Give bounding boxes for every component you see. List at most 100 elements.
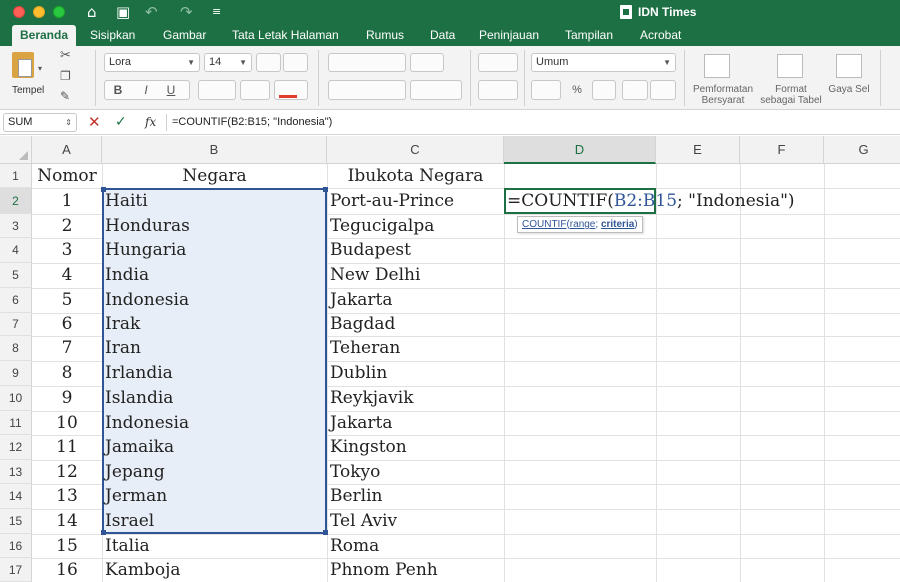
underline-button[interactable]: U (163, 81, 179, 100)
column-header-b[interactable]: B (102, 136, 327, 164)
column-header-e[interactable]: E (656, 136, 740, 164)
cut-icon[interactable]: ✂ (60, 48, 71, 61)
cell-ibukota-8[interactable]: Teheran (327, 336, 504, 361)
horizontal-align-group[interactable] (328, 80, 406, 100)
wrap-text-button[interactable] (478, 53, 518, 72)
tooltip-arg-criteria[interactable]: criteria (601, 219, 634, 230)
borders-button[interactable] (198, 80, 236, 100)
decrease-decimal-button[interactable] (650, 80, 676, 100)
italic-button[interactable]: I (138, 81, 154, 100)
tab-data[interactable]: Data (422, 25, 463, 46)
cell-ibukota-14[interactable]: Berlin (327, 484, 504, 509)
cell-ibukota-9[interactable]: Dublin (327, 361, 504, 386)
row-header-10[interactable]: 10 (0, 386, 32, 411)
cell-ibukota-13[interactable]: Tokyo (327, 460, 504, 484)
customize-icon[interactable]: ≡ (212, 2, 221, 22)
active-cell-formula[interactable]: =COUNTIF(B2:B15; "Indonesia") (507, 190, 795, 212)
header-cell-negara[interactable]: Negara (102, 164, 327, 188)
cell-ibukota-7[interactable]: Bagdad (327, 313, 504, 336)
font-size-select[interactable]: 14 ▼ (204, 53, 252, 72)
cell-nomor-5[interactable]: 4 (32, 263, 102, 288)
cell-nomor-11[interactable]: 10 (32, 411, 102, 435)
merge-button[interactable] (478, 80, 518, 100)
decrease-font-button[interactable] (283, 53, 308, 72)
row-header-14[interactable]: 14 (0, 484, 32, 509)
cell-negara-12[interactable]: Jamaika (102, 435, 327, 460)
cell-ibukota-5[interactable]: New Delhi (327, 263, 504, 288)
cell-nomor-4[interactable]: 3 (32, 238, 102, 263)
cell-negara-5[interactable]: India (102, 263, 327, 288)
cell-negara-8[interactable]: Iran (102, 336, 327, 361)
cell-ibukota-4[interactable]: Budapest (327, 238, 504, 263)
comma-style-button[interactable] (592, 80, 616, 100)
conditional-formatting-label[interactable]: Pemformatan Bersyarat (688, 84, 758, 106)
home-icon[interactable]: ⌂ (87, 2, 97, 22)
tab-tampilan[interactable]: Tampilan (557, 25, 621, 46)
orientation-button[interactable] (410, 53, 444, 72)
zoom-window-button[interactable] (53, 6, 65, 18)
cell-negara-10[interactable]: Islandia (102, 386, 327, 411)
increase-font-button[interactable] (256, 53, 281, 72)
cell-ibukota-12[interactable]: Kingston (327, 435, 504, 460)
function-icon[interactable]: fx (145, 113, 156, 131)
tab-sisipkan[interactable]: Sisipkan (82, 25, 143, 46)
cell-ibukota-6[interactable]: Jakarta (327, 288, 504, 313)
select-all-button[interactable] (0, 136, 32, 164)
tab-beranda[interactable]: Beranda (12, 25, 77, 46)
undo-icon[interactable]: ↶ (145, 2, 158, 22)
minimize-window-button[interactable] (33, 6, 45, 18)
increase-decimal-button[interactable] (622, 80, 648, 100)
percent-button[interactable]: % (566, 81, 588, 100)
cell-nomor-10[interactable]: 9 (32, 386, 102, 411)
row-header-15[interactable]: 15 (0, 509, 32, 534)
row-header-2[interactable]: 2 (0, 188, 32, 214)
cell-ibukota-16[interactable]: Roma (327, 534, 504, 558)
column-header-d[interactable]: D (504, 136, 656, 164)
font-name-select[interactable]: Lora ▼ (104, 53, 200, 72)
cell-nomor-6[interactable]: 5 (32, 288, 102, 313)
cell-ibukota-17[interactable]: Phnom Penh (327, 558, 504, 582)
tab-acrobat[interactable]: Acrobat (632, 25, 689, 46)
save-icon[interactable]: ▣ (116, 2, 130, 22)
number-format-select[interactable]: Umum ▼ (531, 53, 676, 72)
cell-ibukota-3[interactable]: Tegucigalpa (327, 214, 504, 238)
cell-negara-6[interactable]: Indonesia (102, 288, 327, 313)
cell-nomor-3[interactable]: 2 (32, 214, 102, 238)
format-painter-icon[interactable]: ✎ (60, 90, 70, 103)
cell-negara-15[interactable]: Israel (102, 509, 327, 534)
cell-ibukota-15[interactable]: Tel Aviv (327, 509, 504, 534)
cell-nomor-12[interactable]: 11 (32, 435, 102, 460)
conditional-formatting-icon[interactable] (704, 54, 730, 78)
cell-negara-4[interactable]: Hungaria (102, 238, 327, 263)
cell-styles-icon[interactable] (836, 54, 862, 78)
cell-nomor-8[interactable]: 7 (32, 336, 102, 361)
cell-negara-11[interactable]: Indonesia (102, 411, 327, 435)
row-header-4[interactable]: 4 (0, 238, 32, 263)
cell-negara-2[interactable]: Haiti (102, 188, 327, 214)
header-cell-ibukota[interactable]: Ibukota Negara (327, 164, 504, 188)
spreadsheet-grid[interactable]: A B C D E F G Nomor Negara Ibukota Negar… (0, 136, 900, 582)
cell-ibukota-10[interactable]: Reykjavik (327, 386, 504, 411)
row-header-12[interactable]: 12 (0, 435, 32, 460)
row-header-3[interactable]: 3 (0, 214, 32, 238)
cell-nomor-9[interactable]: 8 (32, 361, 102, 386)
cell-negara-17[interactable]: Kamboja (102, 558, 327, 582)
cell-negara-3[interactable]: Honduras (102, 214, 327, 238)
bold-button[interactable]: B (110, 81, 126, 100)
cell-negara-7[interactable]: Irak (102, 313, 327, 336)
cancel-icon[interactable]: ✕ (88, 112, 101, 132)
tooltip-arg-range[interactable]: range (570, 219, 596, 230)
row-header-7[interactable]: 7 (0, 313, 32, 336)
format-as-table-label[interactable]: Format sebagai Tabel (758, 84, 824, 106)
cell-styles-label[interactable]: Gaya Sel (824, 84, 874, 95)
close-window-button[interactable] (13, 6, 25, 18)
paste-dropdown-icon[interactable]: ▾ (38, 62, 42, 75)
tooltip-function-name[interactable]: COUNTIF (522, 219, 566, 230)
cell-ibukota-11[interactable]: Jakarta (327, 411, 504, 435)
column-header-c[interactable]: C (327, 136, 504, 164)
cell-nomor-2[interactable]: 1 (32, 188, 102, 214)
formula-input[interactable]: =COUNTIF(B2:B15; "Indonesia") (172, 113, 332, 131)
row-header-8[interactable]: 8 (0, 336, 32, 361)
cell-nomor-13[interactable]: 12 (32, 460, 102, 484)
tab-tata-letak-halaman[interactable]: Tata Letak Halaman (224, 25, 347, 46)
